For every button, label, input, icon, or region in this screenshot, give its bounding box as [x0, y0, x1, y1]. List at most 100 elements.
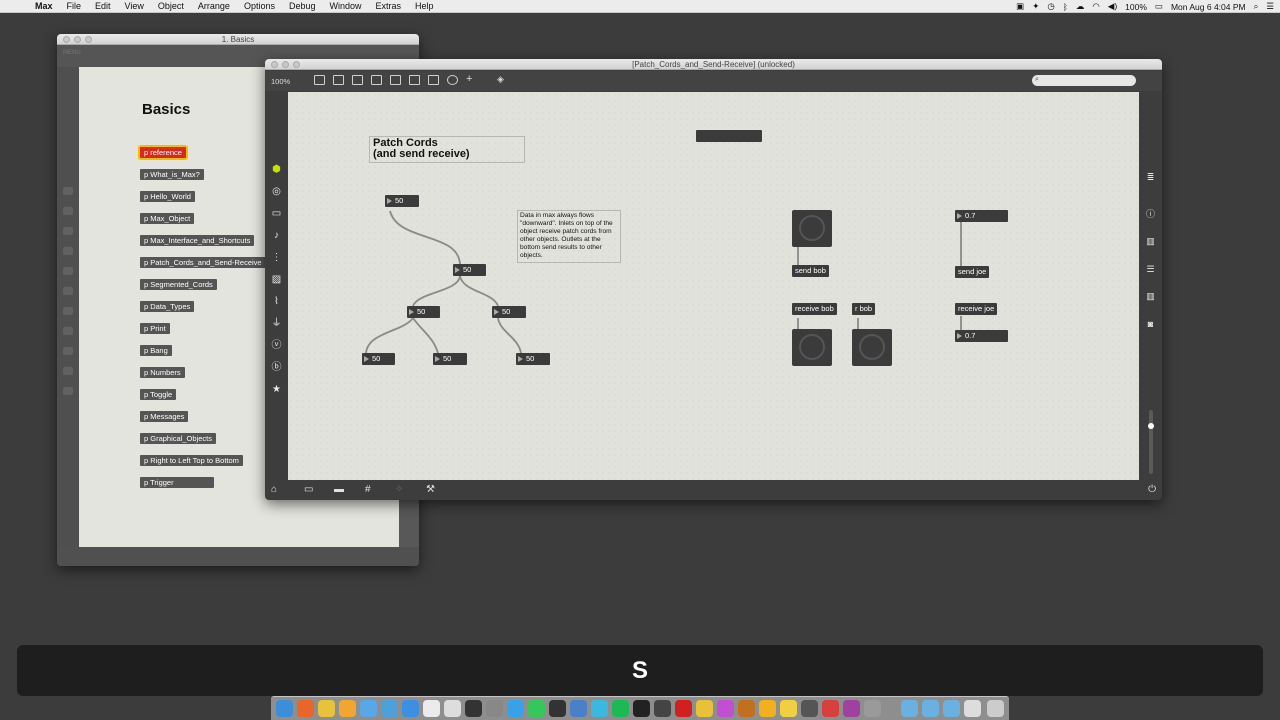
paperclip-icon[interactable]: ⌇: [271, 296, 282, 307]
subpatcher-patch-cords[interactable]: p Patch_Cords_and_Send-Receive: [140, 257, 268, 268]
search-input[interactable]: ⌕: [1032, 75, 1136, 86]
sidebar-icon[interactable]: [63, 347, 73, 355]
bluetooth-icon[interactable]: ᛒ: [1063, 2, 1068, 12]
toggle-object-icon[interactable]: [390, 75, 401, 85]
wrench-icon[interactable]: ⚒: [426, 484, 435, 495]
bang-button-send[interactable]: [792, 210, 832, 247]
list-view-icon[interactable]: ≣: [1145, 173, 1156, 182]
new-object-icon[interactable]: [314, 75, 325, 85]
sketch-icon[interactable]: [759, 700, 776, 717]
dropbox-icon[interactable]: ✦: [1032, 1, 1039, 12]
menu-extras[interactable]: Extras: [369, 0, 409, 13]
message-icon[interactable]: [333, 75, 344, 85]
document-icon[interactable]: [964, 700, 981, 717]
plug-icon[interactable]: ⏚: [271, 318, 282, 329]
clock[interactable]: Mon Aug 6 4:04 PM: [1171, 2, 1246, 12]
messages-icon[interactable]: [507, 700, 524, 717]
sidebar-icon[interactable]: [63, 327, 73, 335]
button-object-icon[interactable]: [371, 75, 382, 85]
send-bob-object[interactable]: send bob: [792, 265, 829, 277]
menu-debug[interactable]: Debug: [282, 0, 323, 13]
title-comment[interactable]: Patch Cords (and send receive): [369, 136, 525, 163]
message-box[interactable]: [696, 130, 762, 142]
image-icon[interactable]: ▨: [271, 274, 282, 285]
sidebar-icon[interactable]: [63, 267, 73, 275]
power-icon[interactable]: ⏻: [1148, 484, 1156, 495]
beats-icon[interactable]: [549, 700, 566, 717]
subpatcher-graphical-objects[interactable]: p Graphical_Objects: [140, 433, 216, 444]
subpatcher-what-is-max[interactable]: p What_is_Max?: [140, 169, 204, 180]
subpatcher-trigger[interactable]: p Trigger: [140, 477, 214, 488]
number-box-bottom-1[interactable]: 50: [362, 353, 395, 365]
float-box-bottom[interactable]: 0.7: [955, 330, 1008, 342]
app-icon[interactable]: [864, 700, 881, 717]
cloud-icon[interactable]: ☁: [1076, 1, 1085, 12]
subpatcher-segmented-cords[interactable]: p Segmented_Cords: [140, 279, 217, 290]
send-joe-object[interactable]: send joe: [955, 266, 990, 278]
bang-button-receive-bob[interactable]: [792, 329, 832, 366]
subpatcher-bang[interactable]: p Bang: [140, 345, 172, 356]
bang-button-r-bob[interactable]: [852, 329, 892, 366]
app-icon[interactable]: [339, 700, 356, 717]
max-icon[interactable]: [654, 700, 671, 717]
spotlight-icon[interactable]: ⌕: [1254, 1, 1259, 12]
subpatcher-max-object[interactable]: p Max_Object: [140, 213, 195, 224]
sidebar-icon[interactable]: [63, 307, 73, 315]
spotify-icon[interactable]: [612, 700, 629, 717]
basics-titlebar[interactable]: 1. Basics: [57, 34, 419, 45]
subpatcher-hello-world[interactable]: p Hello_World: [140, 191, 195, 202]
sidebar-icon[interactable]: [63, 247, 73, 255]
subpatcher-reference[interactable]: p reference: [140, 147, 186, 158]
subpatcher-data-types[interactable]: p Data_Types: [140, 301, 195, 312]
subpatcher-numbers[interactable]: p Numbers: [140, 367, 185, 378]
battery-icon[interactable]: ▭: [1155, 1, 1163, 12]
menu-file[interactable]: File: [60, 0, 89, 13]
sidebar-icon[interactable]: [63, 367, 73, 375]
patcher-canvas[interactable]: Patch Cords (and send receive) Data in m…: [288, 92, 1139, 480]
number-box-left[interactable]: 50: [407, 306, 440, 318]
menu-max[interactable]: Max: [28, 0, 60, 13]
notification-center-icon[interactable]: ☰: [1266, 1, 1274, 12]
battery-percent[interactable]: 100%: [1125, 2, 1147, 12]
chrome-icon[interactable]: [318, 700, 335, 717]
sidebar-icon[interactable]: [63, 287, 73, 295]
close-button[interactable]: [63, 36, 70, 43]
sidebar-icon[interactable]: [63, 207, 73, 215]
finder-app-icon[interactable]: [591, 700, 608, 717]
basics-menu-label[interactable]: MENU: [63, 50, 81, 56]
music-app-icon[interactable]: [465, 700, 482, 717]
star-icon[interactable]: ★: [271, 384, 282, 395]
magnet-icon[interactable]: ✧: [395, 484, 403, 495]
music-note-icon[interactable]: ♪: [271, 230, 282, 241]
whatsapp-icon[interactable]: [528, 700, 545, 717]
number-box-top[interactable]: 50: [385, 195, 419, 207]
sidebar-icon[interactable]: [63, 227, 73, 235]
volume-slider[interactable]: [1149, 410, 1153, 474]
dial-object-icon[interactable]: [447, 75, 458, 85]
number-box-mid[interactable]: 50: [453, 264, 486, 276]
folder-icon[interactable]: [943, 700, 960, 717]
wifi-icon[interactable]: ◠: [1092, 1, 1099, 12]
add-object-icon[interactable]: +: [466, 74, 477, 85]
app-icon[interactable]: [738, 700, 755, 717]
menu-edit[interactable]: Edit: [88, 0, 118, 13]
app-icon[interactable]: [717, 700, 734, 717]
finder-icon[interactable]: [276, 700, 293, 717]
info-comment[interactable]: Data in max always flows "downward". Inl…: [517, 210, 621, 263]
xcode-icon[interactable]: [360, 700, 377, 717]
minimize-button[interactable]: [74, 36, 81, 43]
keyboard-icon[interactable]: ▭: [271, 208, 282, 219]
target-icon[interactable]: ◎: [271, 186, 282, 197]
float-box-top[interactable]: 0.7: [955, 210, 1008, 222]
app-icon[interactable]: [843, 700, 860, 717]
v-badge-icon[interactable]: ⓥ: [271, 340, 282, 351]
script-icon[interactable]: [486, 700, 503, 717]
sequence-icon[interactable]: ⋮: [271, 252, 282, 263]
trash-icon[interactable]: [987, 700, 1004, 717]
package-icon[interactable]: ⬢: [271, 164, 282, 175]
app-icon[interactable]: [570, 700, 587, 717]
subpatcher-print[interactable]: p Print: [140, 323, 170, 334]
receive-joe-object[interactable]: receive joe: [955, 303, 998, 315]
minimize-button[interactable]: [282, 61, 289, 68]
r-bob-object[interactable]: r bob: [852, 303, 876, 315]
